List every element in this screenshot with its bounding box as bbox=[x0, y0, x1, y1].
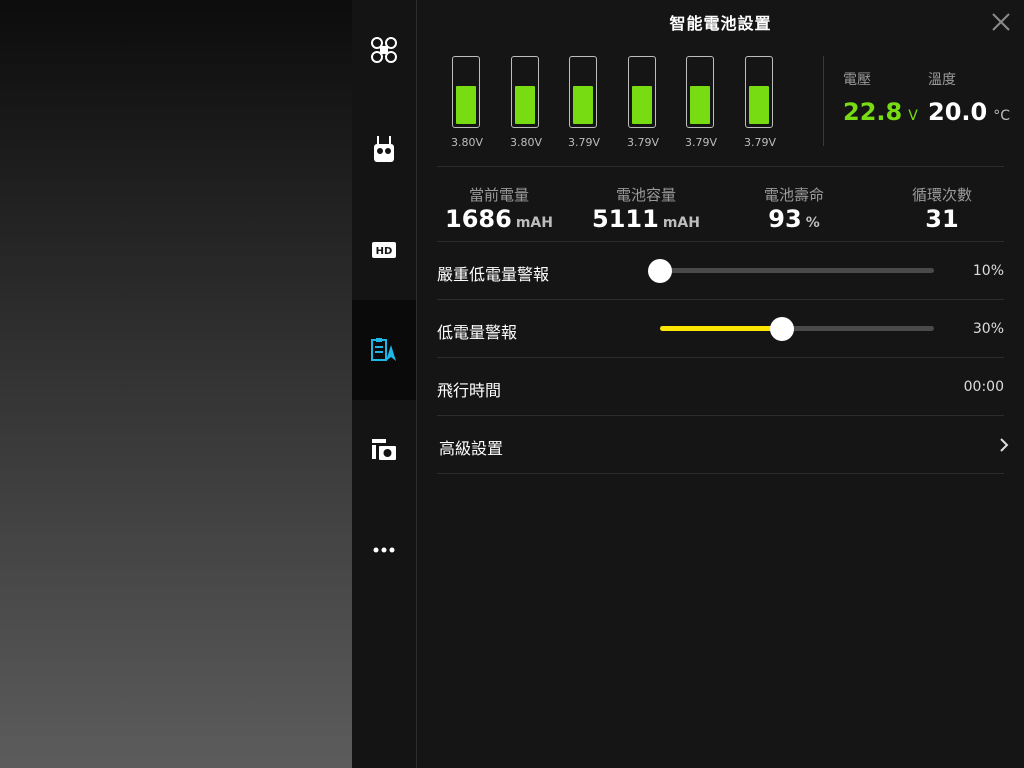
cell-shell bbox=[628, 56, 656, 128]
battery-settings-icon bbox=[371, 338, 396, 361]
sidebar-item-gimbal-camera[interactable] bbox=[352, 400, 416, 500]
divider bbox=[437, 241, 1004, 242]
chevron-right-icon[interactable] bbox=[998, 437, 1010, 453]
stat-value: 93% bbox=[768, 205, 820, 233]
temperature-value: 20.0 °C bbox=[928, 98, 1010, 126]
slider-thumb[interactable] bbox=[648, 259, 672, 283]
divider bbox=[437, 415, 1004, 416]
stat-label: 電池容量 bbox=[615, 186, 676, 204]
cell-shell bbox=[745, 56, 773, 128]
remote-controller-icon bbox=[374, 136, 394, 162]
stat-value: 1686 mAH bbox=[445, 205, 553, 233]
low-alert-slider[interactable] bbox=[660, 317, 934, 341]
low-alert-value: 30% bbox=[972, 321, 1004, 337]
flight-time-label: 飛行時間 bbox=[437, 381, 502, 400]
critical-low-alert-value: 10% bbox=[972, 263, 1004, 279]
cell-voltage: 3.80V bbox=[509, 136, 543, 149]
voltage-label: 電壓 bbox=[843, 72, 871, 88]
cell-voltage: 3.79V bbox=[684, 136, 718, 149]
divider bbox=[437, 473, 1004, 474]
sidebar-item-hd[interactable]: HD bbox=[352, 200, 416, 300]
metrics-divider bbox=[823, 56, 824, 146]
cell-fill bbox=[515, 86, 535, 124]
background-camera-view bbox=[0, 0, 352, 768]
slider-track bbox=[660, 268, 934, 273]
critical-low-alert-label: 嚴重低電量警報 bbox=[437, 265, 550, 284]
cell-shell bbox=[511, 56, 539, 128]
sidebar-item-aircraft[interactable] bbox=[352, 0, 416, 100]
settings-sidebar: HD bbox=[352, 0, 416, 768]
cell-shell bbox=[569, 56, 597, 128]
cell-voltage: 3.79V bbox=[567, 136, 601, 149]
cell-voltage: 3.79V bbox=[626, 136, 660, 149]
stat-capacity: 電池容量 5111 mAH bbox=[576, 184, 716, 233]
page-title: 智能電池設置 bbox=[669, 14, 772, 33]
stat-label: 當前電量 bbox=[468, 186, 529, 204]
hd-icon-label: HD bbox=[376, 246, 393, 257]
stat-label: 電池壽命 bbox=[763, 186, 824, 204]
stat-current-charge: 當前電量 1686 mAH bbox=[429, 184, 569, 233]
divider bbox=[437, 166, 1004, 167]
divider bbox=[437, 299, 1004, 300]
cell-voltage: 3.80V bbox=[450, 136, 484, 149]
voltage-unit: V bbox=[908, 108, 918, 124]
stat-label: 循環次數 bbox=[911, 186, 972, 204]
stat-battery-life: 電池壽命 93% bbox=[724, 184, 864, 233]
cell-fill bbox=[573, 86, 593, 124]
close-icon[interactable] bbox=[990, 11, 1012, 33]
cell-voltage: 3.79V bbox=[743, 136, 777, 149]
divider bbox=[437, 357, 1004, 358]
battery-settings-panel: 智能電池設置 3.80V 3.80V 3.79V 3.79V 3.79V 3.7… bbox=[417, 0, 1024, 768]
low-alert-label: 低電量警報 bbox=[437, 323, 518, 342]
cell-shell bbox=[686, 56, 714, 128]
stat-value: 5111 mAH bbox=[592, 205, 700, 233]
sidebar-item-remote-controller[interactable] bbox=[352, 100, 416, 200]
cell-fill bbox=[749, 86, 769, 124]
cell-shell bbox=[452, 56, 480, 128]
more-icon bbox=[373, 547, 395, 553]
hd-icon: HD bbox=[372, 242, 396, 258]
gimbal-camera-icon bbox=[372, 439, 396, 460]
voltage-value: 22.8 V bbox=[843, 98, 918, 126]
cell-fill bbox=[632, 86, 652, 124]
flight-time-value: 00:00 bbox=[963, 379, 1004, 395]
cell-fill bbox=[456, 86, 476, 124]
slider-thumb[interactable] bbox=[769, 317, 794, 341]
sidebar-item-battery[interactable] bbox=[352, 300, 416, 400]
stat-cycle-count: 循環次數 31 bbox=[872, 184, 1012, 233]
stat-value: 31 bbox=[925, 205, 959, 233]
sidebar-item-more[interactable] bbox=[352, 500, 416, 600]
drone-icon bbox=[371, 37, 397, 63]
temperature-unit: °C bbox=[993, 108, 1010, 124]
advanced-settings-label[interactable]: 高級設置 bbox=[439, 435, 503, 459]
cell-fill bbox=[690, 86, 710, 124]
critical-low-alert-slider[interactable] bbox=[648, 259, 934, 283]
temperature-label: 溫度 bbox=[928, 72, 956, 88]
slider-active-track bbox=[660, 326, 782, 331]
